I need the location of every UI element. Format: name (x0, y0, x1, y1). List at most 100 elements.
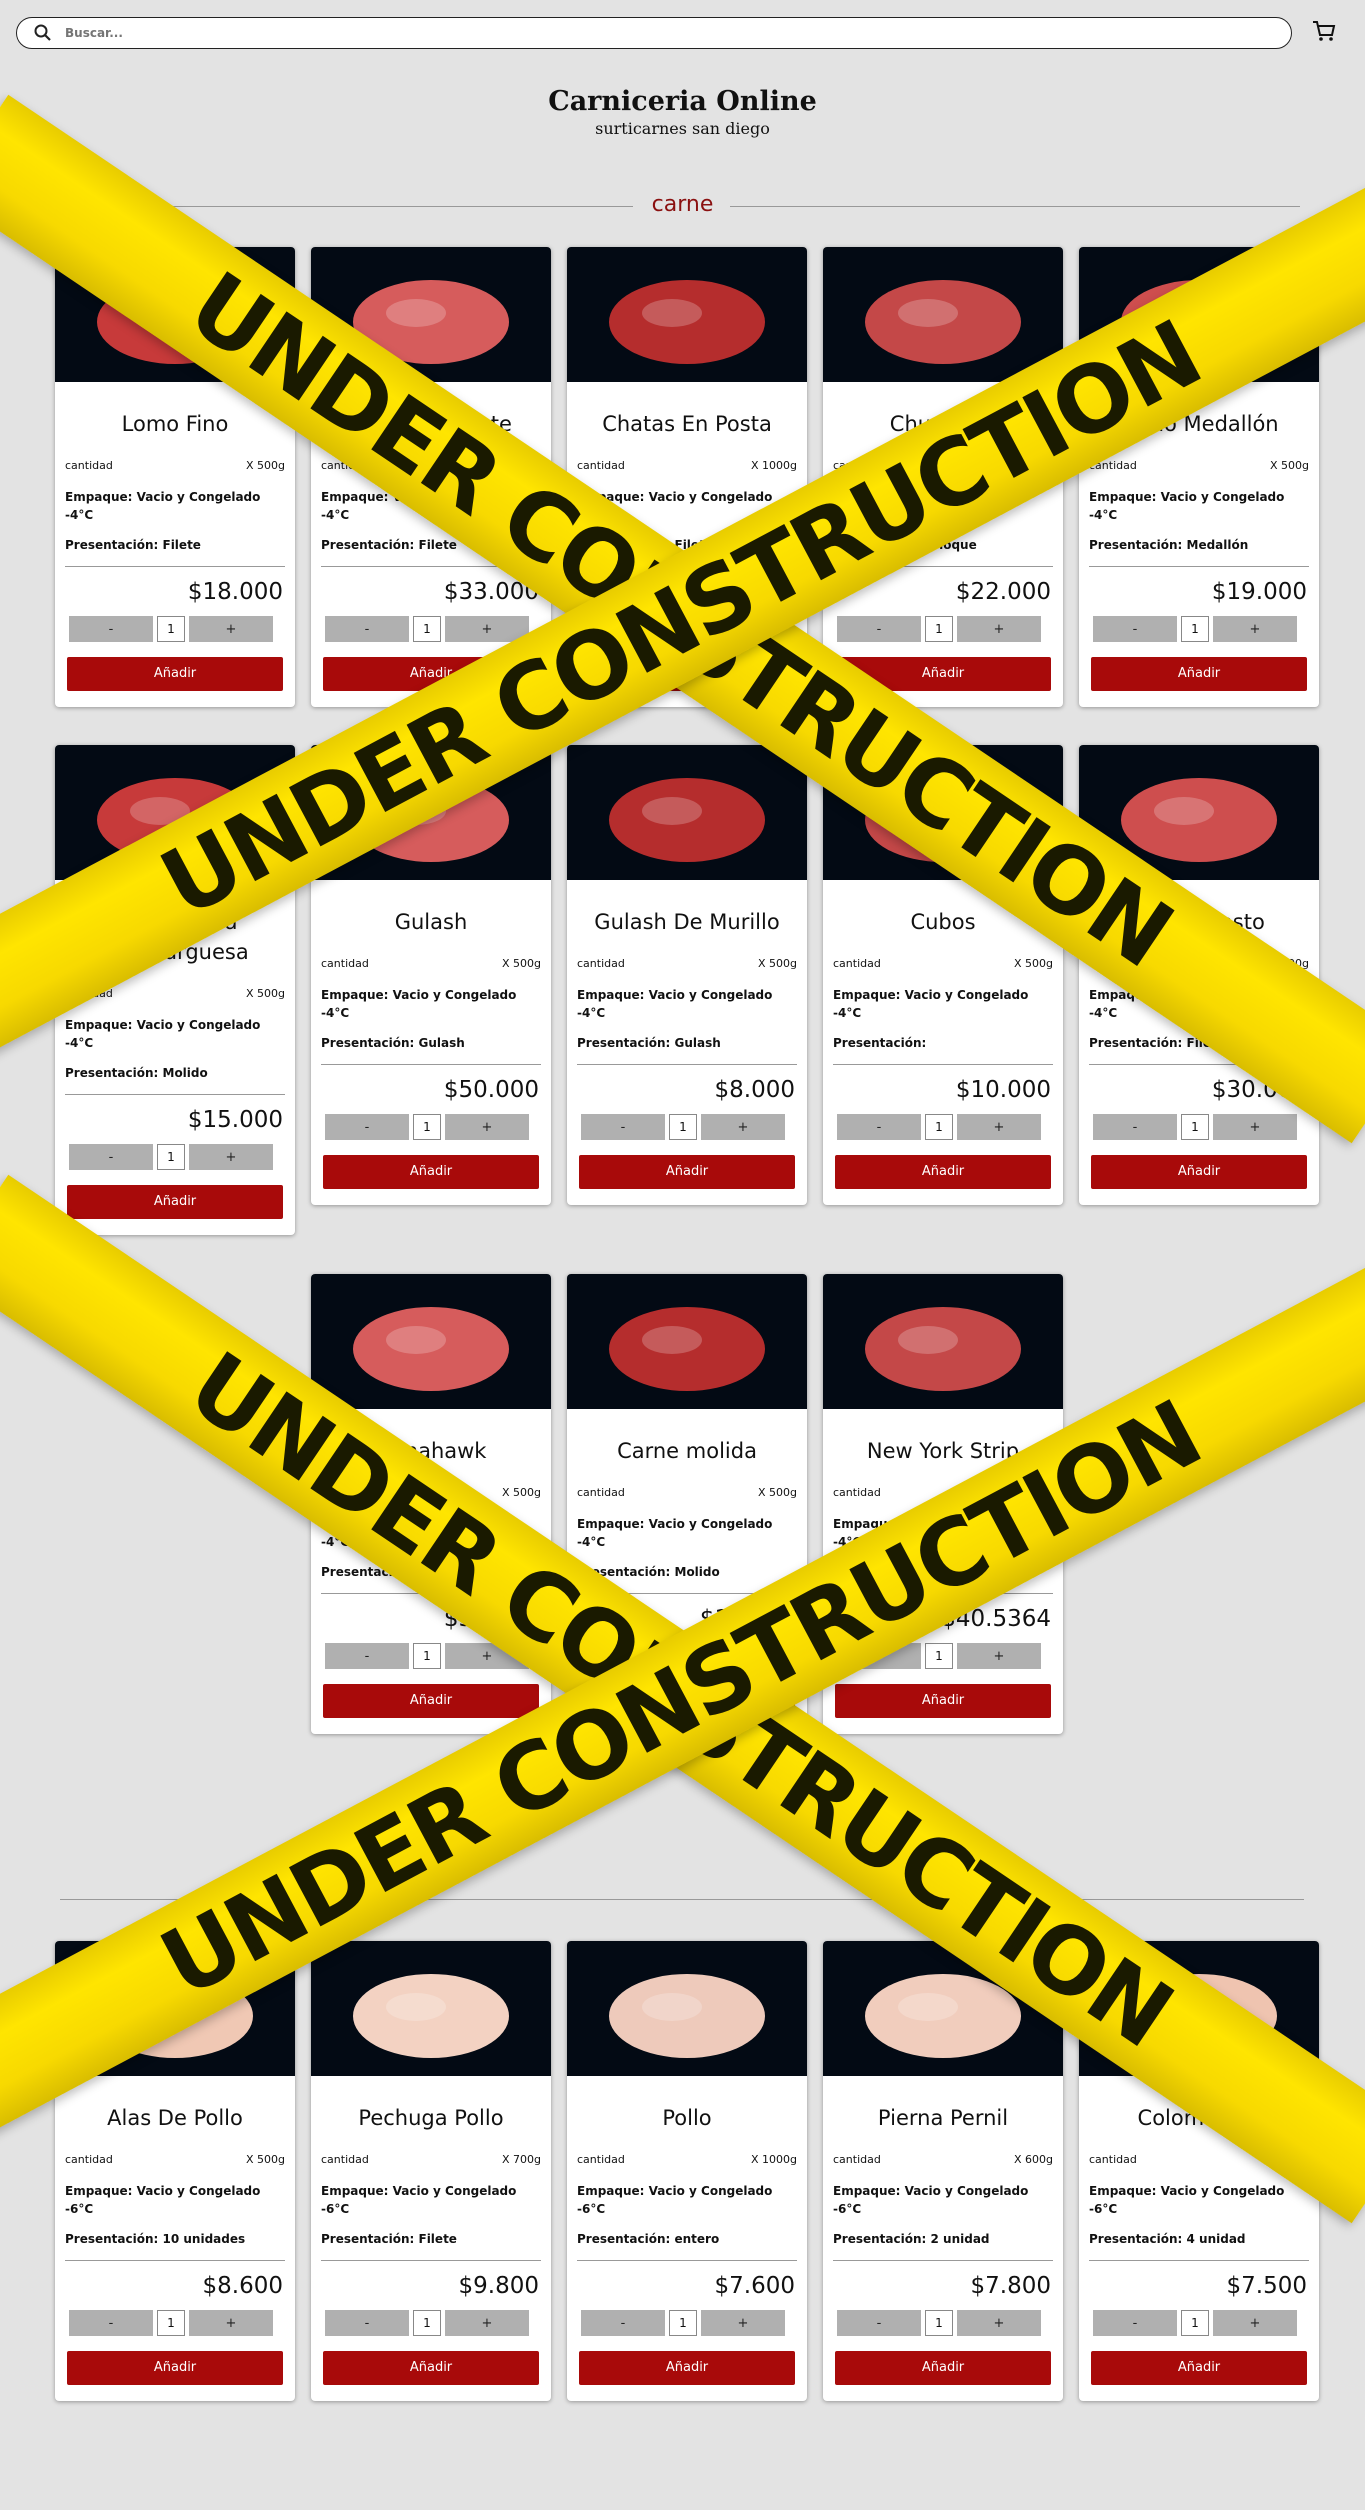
increment-button[interactable]: + (957, 2310, 1041, 2336)
quantity-row: cantidad X 500g (1089, 459, 1309, 472)
product-packaging: Empaque: Vacio y Congelado -6°C (577, 2184, 773, 2216)
product-presentation: Presentación: Molido (577, 1565, 720, 1579)
add-to-cart-button[interactable]: Añadir (835, 1155, 1051, 1189)
quantity-input[interactable]: 1 (413, 1643, 441, 1669)
product-packaging: Empaque: Vacio y Congelado -6°C (833, 2184, 1029, 2216)
increment-button[interactable]: + (445, 2310, 529, 2336)
product-packaging: Empaque: Vacio y Congelado -4°C (577, 988, 773, 1020)
quantity-input[interactable]: 1 (1181, 1114, 1209, 1140)
quantity-input[interactable]: 1 (669, 2310, 697, 2336)
meat-image (865, 1307, 1021, 1391)
page-subtitle: surticarnes san diego (595, 119, 770, 138)
decrement-button[interactable]: - (325, 616, 409, 642)
add-to-cart-button[interactable]: Añadir (323, 1155, 539, 1189)
decrement-button[interactable]: - (1093, 1114, 1177, 1140)
decrement-button[interactable]: - (1093, 616, 1177, 642)
product-presentation: Presentación: Filete (321, 2232, 457, 2246)
increment-button[interactable]: + (445, 1114, 529, 1140)
decrement-button[interactable]: - (837, 2310, 921, 2336)
increment-button[interactable]: + (1213, 2310, 1297, 2336)
product-price: $8.600 (202, 2273, 283, 2299)
quantity-input[interactable]: 1 (413, 1114, 441, 1140)
add-to-cart-button[interactable]: Añadir (1091, 1155, 1307, 1189)
add-to-cart-button[interactable]: Añadir (67, 1185, 283, 1219)
product-image (823, 1274, 1063, 1409)
increment-button[interactable]: + (957, 1643, 1041, 1669)
decrement-button[interactable]: - (581, 2310, 665, 2336)
add-to-cart-button[interactable]: Añadir (1091, 657, 1307, 691)
decrement-button[interactable]: - (325, 2310, 409, 2336)
cart-icon[interactable] (1311, 18, 1337, 44)
increment-button[interactable]: + (701, 1114, 785, 1140)
product-name: Lomo Fino (121, 412, 229, 436)
product-weight: X 500g (245, 2153, 285, 2166)
quantity-label: cantidad (577, 2153, 625, 2166)
decrement-button[interactable]: - (325, 1114, 409, 1140)
quantity-row: cantidad X 1000g (577, 459, 797, 472)
product-weight: X 1000g (750, 2153, 797, 2166)
increment-button[interactable]: + (957, 1114, 1041, 1140)
quantity-input[interactable]: 1 (157, 2310, 185, 2336)
decrement-button[interactable]: - (69, 616, 153, 642)
search-bar[interactable] (16, 17, 1292, 49)
decrement-button[interactable]: - (69, 1144, 153, 1170)
product-price: $18.000 (187, 579, 283, 605)
increment-button[interactable]: + (957, 616, 1041, 642)
product-presentation: Presentación: Molido (65, 1066, 208, 1080)
increment-button[interactable]: + (189, 2310, 273, 2336)
decrement-button[interactable]: - (837, 616, 921, 642)
add-to-cart-button[interactable]: Añadir (323, 1684, 539, 1718)
quantity-input[interactable]: 1 (925, 1643, 953, 1669)
quantity-input[interactable]: 1 (669, 1114, 697, 1140)
quantity-row: cantidad X 500g (577, 957, 797, 970)
search-input[interactable] (63, 25, 1247, 41)
quantity-input[interactable]: 1 (925, 616, 953, 642)
quantity-input[interactable]: 1 (925, 2310, 953, 2336)
add-to-cart-button[interactable]: Añadir (67, 657, 283, 691)
add-to-cart-button[interactable]: Añadir (1091, 2351, 1307, 2385)
add-to-cart-button[interactable]: Añadir (835, 1684, 1051, 1718)
quantity-input[interactable]: 1 (157, 616, 185, 642)
increment-button[interactable]: + (701, 2310, 785, 2336)
quantity-stepper: - 1 + (837, 2310, 1053, 2336)
product-name: Alas De Pollo (107, 2106, 243, 2130)
add-to-cart-button[interactable]: Añadir (579, 2351, 795, 2385)
quantity-stepper: - 1 + (581, 1114, 797, 1140)
increment-button[interactable]: + (189, 616, 273, 642)
quantity-input[interactable]: 1 (413, 2310, 441, 2336)
product-packaging: Empaque: Vacio y Congelado -4°C (65, 490, 261, 522)
add-to-cart-button[interactable]: Añadir (323, 2351, 539, 2385)
quantity-input[interactable]: 1 (1181, 2310, 1209, 2336)
product-name: Pechuga Pollo (358, 2106, 504, 2130)
quantity-input[interactable]: 1 (157, 1144, 185, 1170)
decrement-button[interactable]: - (1093, 2310, 1177, 2336)
quantity-label: cantidad (321, 2153, 369, 2166)
quantity-label: cantidad (1089, 2153, 1137, 2166)
decrement-button[interactable]: - (69, 2310, 153, 2336)
product-presentation: Presentación: 4 unidad (1089, 2232, 1246, 2246)
product-weight: X 500g (501, 957, 541, 970)
product-presentation: Presentación: Filete (65, 538, 201, 552)
quantity-row: cantidad X 1000g (577, 2153, 797, 2166)
quantity-input[interactable]: 1 (1181, 616, 1209, 642)
increment-button[interactable]: + (189, 1144, 273, 1170)
quantity-stepper: - 1 + (1093, 2310, 1309, 2336)
quantity-input[interactable]: 1 (925, 1114, 953, 1140)
card-divider (65, 566, 285, 567)
product-presentation: Presentación: (833, 1036, 927, 1050)
decrement-button[interactable]: - (837, 1114, 921, 1140)
product-name: Gulash (394, 910, 468, 934)
product-presentation: Presentación: 2 unidad (833, 2232, 990, 2246)
card-divider (1089, 2260, 1309, 2261)
quantity-stepper: - 1 + (837, 616, 1053, 642)
add-to-cart-button[interactable]: Añadir (67, 2351, 283, 2385)
decrement-button[interactable]: - (325, 1643, 409, 1669)
add-to-cart-button[interactable]: Añadir (835, 2351, 1051, 2385)
increment-button[interactable]: + (1213, 616, 1297, 642)
add-to-cart-button[interactable]: Añadir (579, 1155, 795, 1189)
decrement-button[interactable]: - (581, 1114, 665, 1140)
product-weight: X 600g (1013, 2153, 1053, 2166)
card-divider (577, 2260, 797, 2261)
quantity-input[interactable]: 1 (413, 616, 441, 642)
increment-button[interactable]: + (1213, 1114, 1297, 1140)
